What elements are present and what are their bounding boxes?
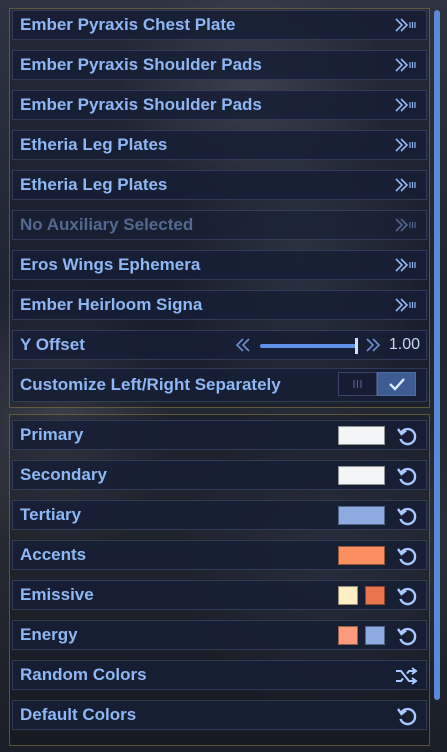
equipment-slot-label: No Auxiliary Selected xyxy=(20,215,194,234)
color-swatch[interactable] xyxy=(338,426,385,445)
color-label: Tertiary xyxy=(20,505,82,524)
checkmark-icon xyxy=(389,378,405,391)
equipment-slot-row[interactable]: Etheria Leg Plates xyxy=(12,130,427,160)
chevron-forward-icon[interactable] xyxy=(394,178,418,192)
color-swatch[interactable] xyxy=(338,626,358,645)
equipment-slot-row[interactable]: Ember Pyraxis Shoulder Pads xyxy=(12,90,427,120)
slider-decrease-icon[interactable] xyxy=(235,338,251,352)
equipment-slot-row: No Auxiliary Selected xyxy=(12,210,427,240)
equipment-slot-row[interactable]: Ember Pyraxis Chest Plate xyxy=(12,10,427,40)
reset-icon[interactable] xyxy=(396,545,418,567)
random-colors-label: Random Colors xyxy=(20,665,147,684)
equipment-slot-label: Ember Heirloom Signa xyxy=(20,295,203,314)
y-offset-slider[interactable] xyxy=(260,344,357,348)
equipment-slot-label: Etheria Leg Plates xyxy=(20,175,168,194)
reset-icon[interactable] xyxy=(396,465,418,487)
color-swatch[interactable] xyxy=(338,546,385,565)
color-label: Primary xyxy=(20,425,84,444)
chevron-forward-icon[interactable] xyxy=(394,298,418,312)
color-label: Emissive xyxy=(20,585,94,604)
color-swatch[interactable] xyxy=(365,586,385,605)
reset-icon[interactable] xyxy=(396,705,418,727)
chevron-forward-icon[interactable] xyxy=(394,98,418,112)
chevron-forward-icon[interactable] xyxy=(394,58,418,72)
equipment-slot-row[interactable]: Ember Heirloom Signa xyxy=(12,290,427,320)
color-row-secondary: Secondary xyxy=(12,460,427,490)
customization-panel: Ember Pyraxis Chest Plate Ember Pyraxis S… xyxy=(0,0,447,752)
scrollbar-thumb[interactable] xyxy=(434,10,440,700)
color-row-tertiary: Tertiary xyxy=(12,500,427,530)
color-label: Accents xyxy=(20,545,87,564)
equipment-slot-label: Etheria Leg Plates xyxy=(20,135,168,154)
default-colors-row[interactable]: Default Colors xyxy=(12,700,427,730)
customize-separately-label: Customize Left/Right Separately xyxy=(20,375,281,394)
reset-icon[interactable] xyxy=(396,625,418,647)
color-swatch[interactable] xyxy=(365,626,385,645)
shuffle-icon[interactable] xyxy=(394,666,418,686)
equipment-slot-row[interactable]: Ember Pyraxis Shoulder Pads xyxy=(12,50,427,80)
chevron-forward-icon xyxy=(395,218,416,232)
y-offset-row: Y Offset 1.00 xyxy=(12,330,427,360)
color-row-energy: Energy xyxy=(12,620,427,650)
chevron-forward-icon[interactable] xyxy=(394,258,418,272)
customize-separately-toggle[interactable] xyxy=(338,372,416,396)
equipment-slot-row[interactable]: Eros Wings Ephemera xyxy=(12,250,427,280)
color-label: Energy xyxy=(20,625,78,644)
y-offset-label: Y Offset xyxy=(20,335,85,354)
equipment-slot-row[interactable]: Etheria Leg Plates xyxy=(12,170,427,200)
color-swatch[interactable] xyxy=(338,466,385,485)
y-offset-value: 1.00 xyxy=(388,336,420,353)
chevron-forward-icon[interactable] xyxy=(394,18,418,32)
reset-icon[interactable] xyxy=(396,425,418,447)
toggle-on-segment[interactable] xyxy=(377,372,416,396)
slider-increase-icon[interactable] xyxy=(365,338,381,352)
y-offset-slider-handle[interactable] xyxy=(355,338,358,354)
chevron-forward-icon[interactable] xyxy=(394,138,418,152)
reset-icon[interactable] xyxy=(396,505,418,527)
grip-lines-icon xyxy=(353,380,362,388)
color-swatch[interactable] xyxy=(338,506,385,525)
reset-icon[interactable] xyxy=(396,585,418,607)
equipment-slot-label: Eros Wings Ephemera xyxy=(20,255,201,274)
equipment-slot-label: Ember Pyraxis Shoulder Pads xyxy=(20,95,262,114)
equipment-slot-label: Ember Pyraxis Shoulder Pads xyxy=(20,55,262,74)
toggle-off-segment[interactable] xyxy=(338,372,377,396)
random-colors-row[interactable]: Random Colors xyxy=(12,660,427,690)
color-row-primary: Primary xyxy=(12,420,427,450)
color-row-emissive: Emissive xyxy=(12,580,427,610)
color-row-accents: Accents xyxy=(12,540,427,570)
color-swatch[interactable] xyxy=(338,586,358,605)
default-colors-label: Default Colors xyxy=(20,705,137,724)
equipment-slot-label: Ember Pyraxis Chest Plate xyxy=(20,15,236,34)
customize-separately-row[interactable]: Customize Left/Right Separately xyxy=(12,368,427,402)
color-label: Secondary xyxy=(20,465,107,484)
